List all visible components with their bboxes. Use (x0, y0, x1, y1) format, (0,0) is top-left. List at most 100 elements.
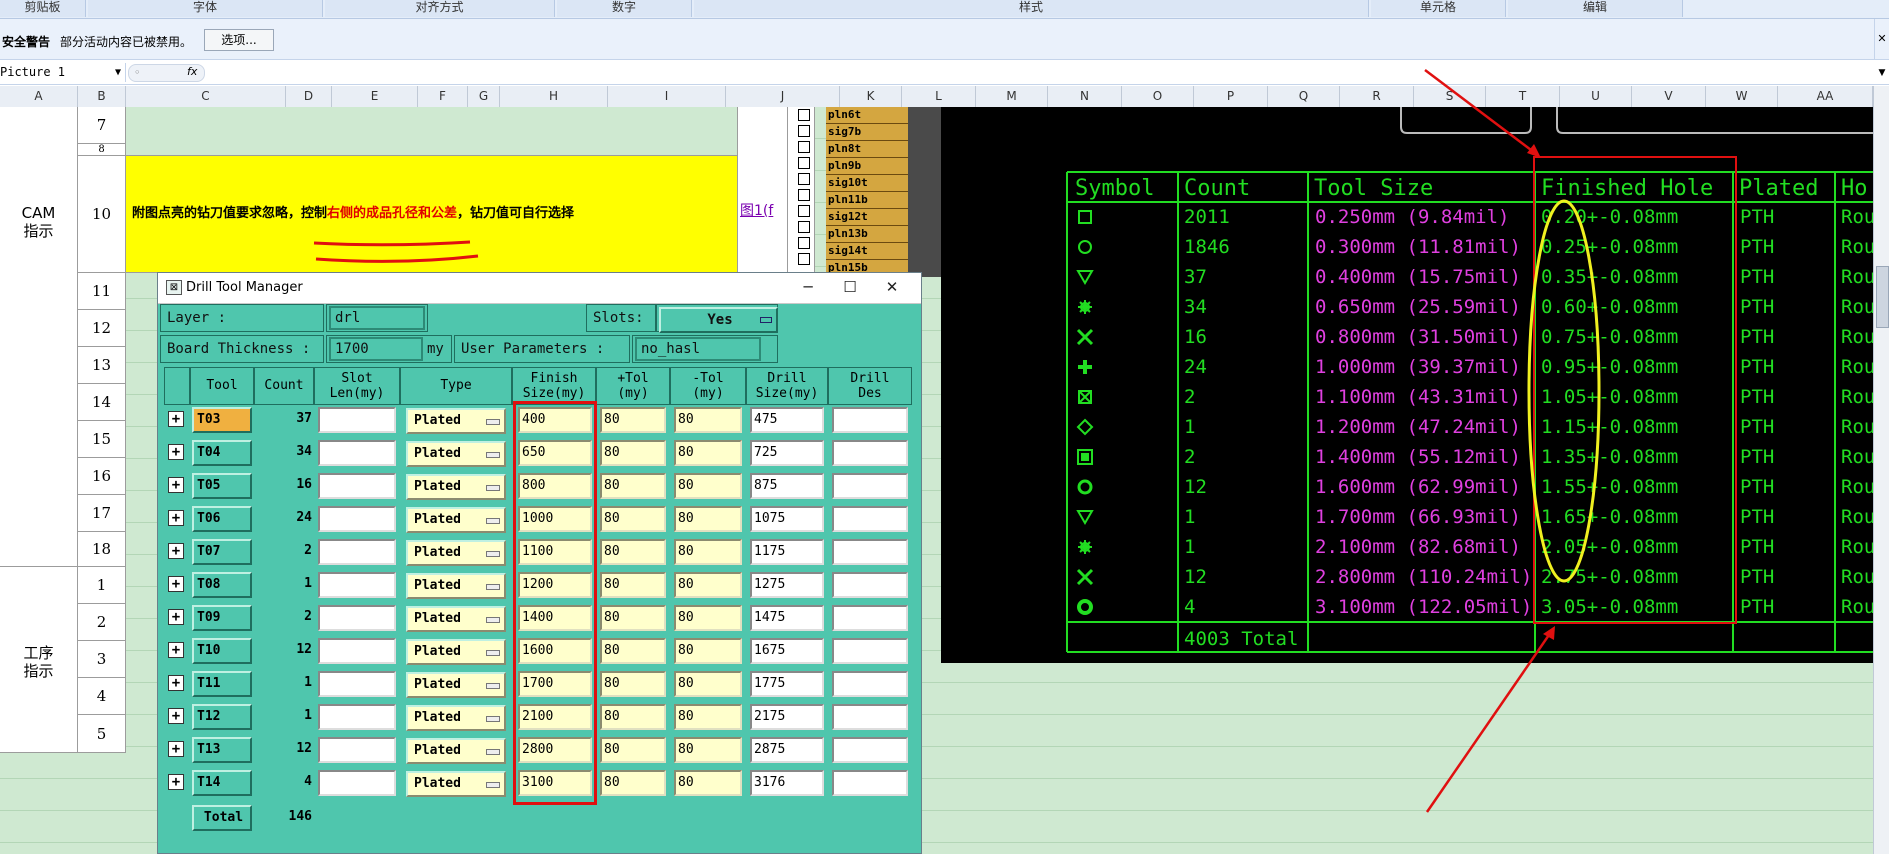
dropdown-icon[interactable] (486, 617, 500, 623)
expand-row-icon[interactable]: + (168, 543, 184, 559)
dropdown-icon[interactable] (486, 749, 500, 755)
dropdown-icon[interactable] (486, 650, 500, 656)
column-header-B[interactable]: B (78, 86, 126, 107)
tool-button[interactable]: T12 (192, 704, 252, 730)
tool-button[interactable]: T11 (192, 671, 252, 697)
row-number[interactable]: 10 (78, 156, 126, 273)
minus-tol-input[interactable]: 80 (674, 539, 742, 565)
type-select[interactable]: Plated (406, 573, 506, 599)
type-select[interactable]: Plated (406, 540, 506, 566)
slot-len-input[interactable] (318, 605, 396, 631)
slot-len-input[interactable] (318, 440, 396, 466)
layer-checkbox[interactable] (798, 173, 810, 185)
tool-button[interactable]: T08 (192, 572, 252, 598)
expand-row-icon[interactable]: + (168, 774, 184, 790)
figure-link[interactable]: 图1(f (738, 107, 788, 273)
column-header-G[interactable]: G (468, 86, 500, 107)
layer-item[interactable]: pln6t (826, 107, 908, 124)
slot-len-input[interactable] (318, 638, 396, 664)
type-select[interactable]: Plated (406, 705, 506, 731)
column-header-H[interactable]: H (500, 86, 608, 107)
type-select[interactable]: Plated (406, 408, 506, 434)
drill-des-input[interactable] (832, 704, 908, 730)
plus-tol-input[interactable]: 80 (600, 704, 666, 730)
layer-item[interactable]: pln8t (826, 141, 908, 158)
minus-tol-input[interactable]: 80 (674, 770, 742, 796)
tool-button[interactable]: T07 (192, 539, 252, 565)
tool-button[interactable]: T14 (192, 770, 252, 796)
plus-tol-input[interactable]: 80 (600, 737, 666, 763)
row-number[interactable]: 16 (78, 458, 126, 495)
drill-des-input[interactable] (832, 605, 908, 631)
column-header-finish-size[interactable]: Finish Size(my) (512, 367, 596, 405)
slot-len-input[interactable] (318, 671, 396, 697)
plus-tol-input[interactable]: 80 (600, 770, 666, 796)
column-header-C[interactable]: C (126, 86, 286, 107)
slot-len-input[interactable] (318, 506, 396, 532)
layer-item[interactable]: sig10t (826, 175, 908, 192)
expand-row-icon[interactable]: + (168, 642, 184, 658)
row-number[interactable]: 11 (78, 273, 126, 310)
drill-size-input[interactable]: 1775 (750, 671, 824, 697)
layer-checkbox[interactable] (798, 141, 810, 153)
slot-len-input[interactable] (318, 473, 396, 499)
tool-button[interactable]: T10 (192, 638, 252, 664)
minus-tol-input[interactable]: 80 (674, 605, 742, 631)
row-number[interactable]: 17 (78, 495, 126, 532)
row-number[interactable]: 15 (78, 421, 126, 458)
type-select[interactable]: Plated (406, 606, 506, 632)
window-titlebar[interactable]: ⊠ Drill Tool Manager ─ ☐ ✕ (158, 273, 921, 304)
fx-icon[interactable]: fx (187, 65, 197, 78)
slots-select[interactable]: Yes (659, 307, 778, 333)
type-select[interactable]: Plated (406, 474, 506, 500)
dropdown-icon[interactable] (486, 485, 500, 491)
user-parameters-input[interactable]: no_hasl (635, 337, 761, 361)
tool-button[interactable]: T09 (192, 605, 252, 631)
drill-des-input[interactable] (832, 473, 908, 499)
drill-des-input[interactable] (832, 572, 908, 598)
layer-input[interactable]: drl (329, 306, 425, 330)
minus-tol-input[interactable]: 80 (674, 572, 742, 598)
column-header-drill-size[interactable]: Drill Size(my) (746, 367, 828, 405)
minus-tol-input[interactable]: 80 (674, 704, 742, 730)
drill-size-input[interactable]: 1475 (750, 605, 824, 631)
row-number[interactable]: 3 (78, 641, 126, 678)
dropdown-icon[interactable] (486, 716, 500, 722)
row-number[interactable]: 4 (78, 678, 126, 715)
plus-tol-input[interactable]: 80 (600, 440, 666, 466)
column-header-F[interactable]: F (418, 86, 468, 107)
column-header-minus-tol[interactable]: -Tol (my) (670, 367, 746, 405)
drill-des-input[interactable] (832, 506, 908, 532)
minus-tol-input[interactable]: 80 (674, 737, 742, 763)
layer-item[interactable]: sig14t (826, 243, 908, 260)
drill-size-input[interactable]: 3176 (750, 770, 824, 796)
layer-checkbox[interactable] (798, 109, 810, 121)
formula-zoom[interactable]: ◦ fx (128, 64, 205, 82)
tool-button[interactable]: T04 (192, 440, 252, 466)
drill-des-input[interactable] (832, 737, 908, 763)
column-header-J[interactable]: J (726, 86, 840, 107)
minus-tol-input[interactable]: 80 (674, 473, 742, 499)
tool-button[interactable]: T05 (192, 473, 252, 499)
tool-button[interactable]: T06 (192, 506, 252, 532)
minus-tol-input[interactable]: 80 (674, 671, 742, 697)
ribbon-group-clipboard[interactable]: 剪贴板 (0, 0, 86, 17)
drill-des-input[interactable] (832, 539, 908, 565)
dropdown-icon[interactable] (486, 782, 500, 788)
minus-tol-input[interactable]: 80 (674, 407, 742, 433)
dropdown-icon[interactable] (486, 683, 500, 689)
board-thickness-input[interactable]: 1700 (329, 337, 423, 361)
plus-tol-input[interactable]: 80 (600, 605, 666, 631)
row-number[interactable]: 5 (78, 715, 126, 753)
drill-size-input[interactable]: 2175 (750, 704, 824, 730)
tool-button[interactable]: T03 (192, 407, 252, 433)
dropdown-icon[interactable] (486, 584, 500, 590)
dropdown-icon[interactable] (486, 518, 500, 524)
row-number[interactable]: 13 (78, 347, 126, 384)
type-select[interactable]: Plated (406, 672, 506, 698)
row-number[interactable]: 1 (78, 567, 126, 604)
type-select[interactable]: Plated (406, 639, 506, 665)
drill-des-input[interactable] (832, 440, 908, 466)
drill-des-input[interactable] (832, 770, 908, 796)
column-header-slot-len[interactable]: Slot Len(my) (314, 367, 400, 405)
